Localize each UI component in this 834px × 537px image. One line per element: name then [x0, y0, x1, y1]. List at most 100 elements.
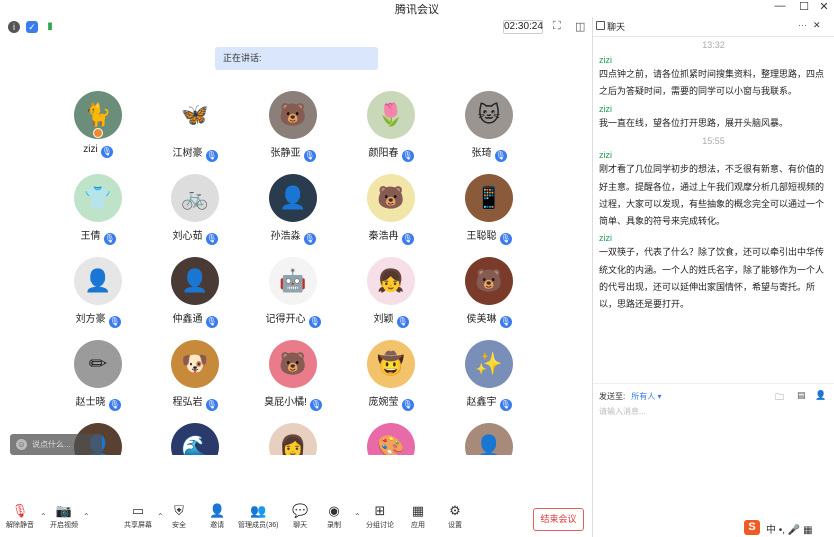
chevron-up-icon[interactable]: ⌃ [83, 512, 90, 521]
participant-tile[interactable]: ✏ 赵士晓 🎙 [53, 340, 143, 412]
participant-tile[interactable]: 🐻 臭屁小橘! 🎙 [248, 340, 338, 412]
more-button[interactable]: ··· [798, 20, 807, 30]
breakout-icon: ⊞ [374, 503, 386, 518]
end-meeting-button[interactable]: 结束会议 [533, 508, 584, 531]
participant-name: 刘心茹 🎙 [150, 227, 240, 245]
participant-tile[interactable]: 👩 [248, 423, 338, 455]
camera-off-icon: 📷 [55, 503, 73, 518]
avatar: 🌷 [367, 91, 415, 139]
message-sender: zizi [599, 150, 612, 160]
chevron-up-icon[interactable]: ⌃ [40, 512, 47, 521]
signal-icon[interactable]: ▮ [44, 21, 56, 33]
avatar-image: 👤 [475, 434, 503, 455]
chat-button[interactable]: 💬 聊天 [292, 504, 308, 530]
participant-tile[interactable]: 🐻 张静亚 🎙 [248, 91, 338, 163]
comment-placeholder: 说点什么... [32, 440, 71, 449]
participant-tile[interactable]: ✨ 赵鑫宇 🎙 [444, 340, 534, 412]
record-button[interactable]: ◉ 录制 [327, 504, 341, 530]
participant-name-text: 程弘岩 [172, 397, 203, 408]
participant-name: 赵鑫宇 🎙 [444, 393, 534, 411]
participant-name: 刘方豪 🎙 [53, 310, 143, 328]
invite-button[interactable]: 👤 邀请 [209, 504, 225, 530]
close-chat-button[interactable]: ✕ [813, 20, 821, 31]
participant-tile[interactable]: 🐻 侯美琳 🎙 [444, 257, 534, 329]
participant-tile[interactable]: 👤 刘方豪 🎙 [53, 257, 143, 329]
chat-input[interactable]: 请输入消息... [599, 406, 646, 417]
participant-name-text: 颜阳春 [368, 148, 399, 159]
participant-tile[interactable]: 🐶 程弘岩 🎙 [150, 340, 240, 412]
participant-name: 侯美琳 🎙 [444, 310, 534, 328]
shield-icon[interactable]: ✓ [26, 21, 38, 33]
avatar-image: 👩 [279, 434, 307, 455]
participant-tile[interactable]: 🌷 颜阳春 🎙 [346, 91, 436, 163]
participant-tile[interactable]: 📱 王聪聪 🎙 [444, 174, 534, 246]
avatar-image: 🚲 [181, 185, 209, 210]
message-line: 以，思路还是要打开。 [599, 299, 690, 309]
participant-tile[interactable]: 👤 孙浩淼 🎙 [248, 174, 338, 246]
chevron-up-icon[interactable]: ⌃ [157, 512, 164, 521]
add-person-icon: 👤 [209, 503, 226, 518]
ime-status[interactable]: 中 •, 🎤 ▦ [766, 521, 813, 536]
avatar-image: 🐶 [181, 351, 209, 376]
manage-members-button[interactable]: 👥 管理成员(36) [238, 504, 278, 530]
smile-icon[interactable]: ☺ [16, 439, 27, 450]
avatar: 🤖 [269, 257, 317, 305]
participant-tile[interactable]: 🤖 记得开心 🎙 [248, 257, 338, 329]
calendar-icon[interactable]: ▤ [797, 390, 806, 401]
participant-name: 孙浩淼 🎙 [248, 227, 338, 245]
participant-name: 王聪聪 🎙 [444, 227, 534, 245]
avatar: 👤 [171, 257, 219, 305]
mic-icon: 🎙 [494, 150, 507, 162]
participant-name: 赵士晓 🎙 [53, 393, 143, 411]
chevron-up-icon[interactable]: ⌃ [354, 512, 361, 521]
comment-input[interactable]: ☺ 说点什么... [10, 434, 102, 455]
participant-tile[interactable]: 🦋 江树豪 🎙 [150, 91, 240, 163]
chat-icon: 💬 [292, 503, 309, 518]
participant-tile[interactable]: 🌊 [150, 423, 240, 455]
participant-name-text: 孙浩淼 [270, 231, 301, 242]
participant-tile[interactable]: 🤠 庞婉莹 🎙 [346, 340, 436, 412]
participant-tile[interactable]: 👧 刘颖 🎙 [346, 257, 436, 329]
participant-tile[interactable]: 🐈 zizi 🎙 [53, 91, 143, 163]
send-to-selector[interactable]: 发送至: 所有人 ▾ [599, 391, 661, 402]
speaking-indicator: 正在讲话: [215, 47, 378, 70]
participant-tile[interactable]: 🎨 [346, 423, 436, 455]
unmute-button[interactable]: 🎙 解除静音 [6, 504, 34, 530]
participant-name-text: 张静亚 [270, 148, 301, 159]
participant-tile[interactable]: 🐻 秦浩冉 🎙 [346, 174, 436, 246]
shield-icon: ⛨ [174, 503, 184, 518]
participant-tile[interactable]: 🚲 刘心茹 🎙 [150, 174, 240, 246]
apps-button[interactable]: ▦ 应用 [411, 504, 425, 530]
layout-icon[interactable]: ◫ [575, 20, 585, 33]
avatar: 🌊 [171, 423, 219, 455]
maximize-button[interactable]: ☐ [794, 0, 814, 13]
participant-tile[interactable]: 👕 王倩 🎙 [53, 174, 143, 246]
avatar: 🐻 [367, 174, 415, 222]
file-icon[interactable]: 🗀 [775, 390, 784, 406]
participant-tile[interactable]: 👤 仲鑫通 🎙 [150, 257, 240, 329]
settings-button[interactable]: ⚙ 设置 [448, 504, 462, 530]
minimize-button[interactable]: — [770, 0, 790, 12]
participant-name-text: 臭屁小橘! [264, 397, 307, 408]
meeting-toolbar: 🎙 解除静音 ⌃ 📷 开启视频 ⌃ ▭ 共享屏幕 ⌃ ⛨ 安全 👤 邀请 👥 管… [0, 500, 592, 537]
avatar-image: 🌊 [181, 434, 209, 455]
breakout-button[interactable]: ⊞ 分组讨论 [366, 504, 394, 530]
sogou-logo-icon[interactable]: S [744, 520, 760, 535]
share-screen-button[interactable]: ▭ 共享屏幕 [124, 504, 152, 530]
participant-tile[interactable]: 🐱 张琦 🎙 [444, 91, 534, 163]
participant-name: 秦浩冉 🎙 [346, 227, 436, 245]
window-title: 腾讯会议 [395, 4, 439, 16]
participant-name-text: 赵鑫宇 [466, 397, 497, 408]
video-button[interactable]: 📷 开启视频 [50, 504, 78, 530]
security-button[interactable]: ⛨ 安全 [172, 504, 186, 530]
mic-icon: 🎙 [103, 233, 116, 245]
meeting-topbar: i ✓ ▮ 02:30:24 ⛶ ◫ [0, 17, 592, 37]
avatar-image: 👤 [84, 268, 112, 293]
info-icon[interactable]: i [8, 21, 20, 33]
participant-name-text: 刘颖 [373, 314, 394, 325]
close-window-button[interactable]: ✕ [814, 0, 834, 13]
participant-name-text: 刘方豪 [75, 314, 106, 325]
participant-tile[interactable]: 👤 [444, 423, 534, 455]
person-icon[interactable]: 👤 [815, 390, 826, 401]
fullscreen-icon[interactable]: ⛶ [553, 20, 561, 33]
